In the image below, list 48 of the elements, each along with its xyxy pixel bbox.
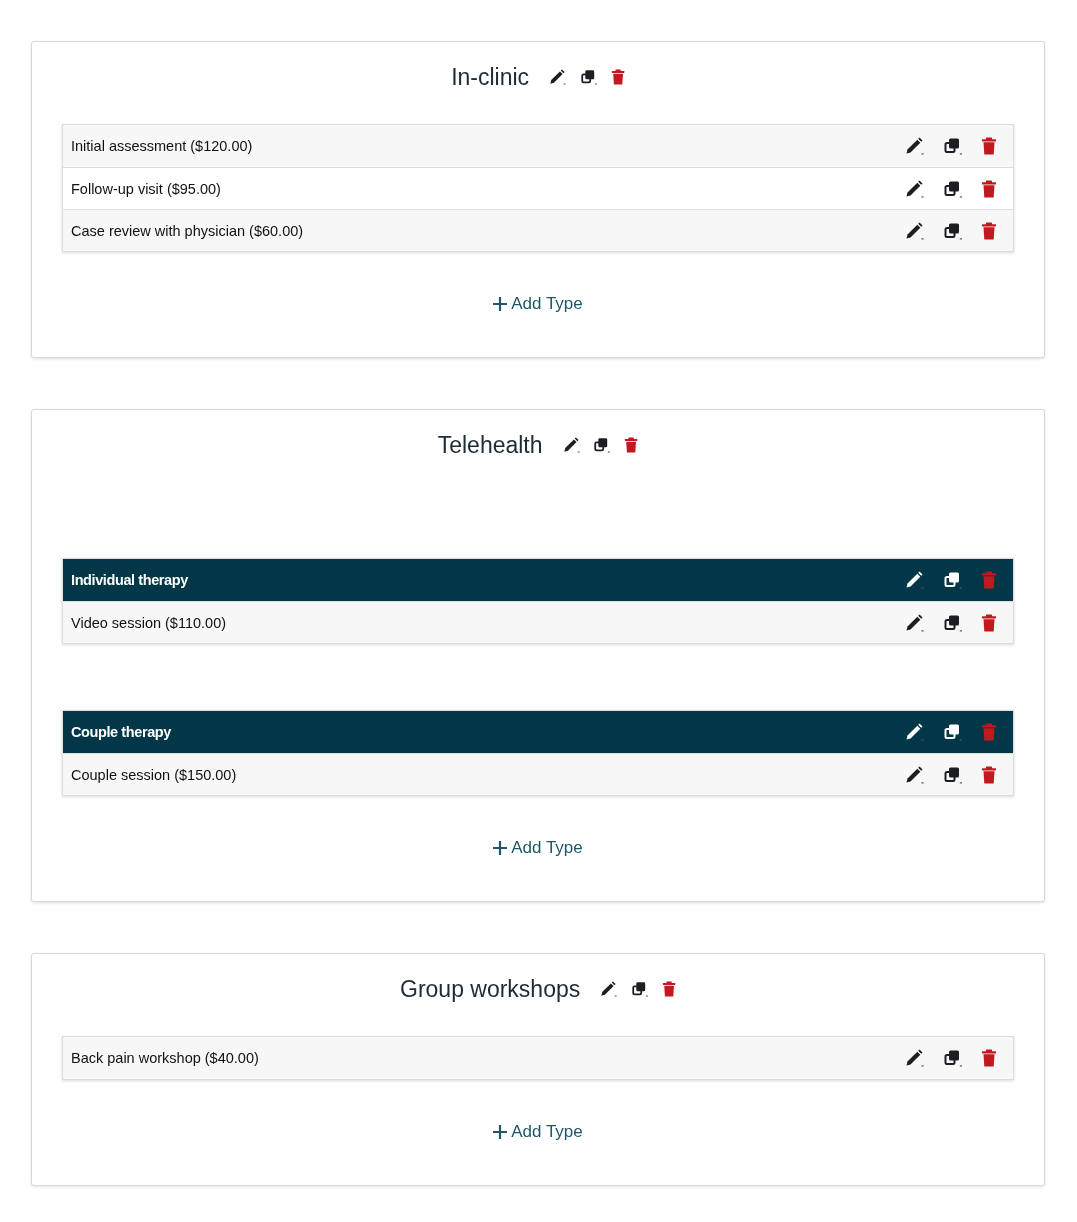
pencil-icon[interactable] <box>549 69 567 85</box>
pencil-icon[interactable] <box>905 179 925 198</box>
plus-icon <box>493 297 508 311</box>
copy-icon[interactable] <box>943 137 963 155</box>
category-title: Group workshops <box>400 975 581 1004</box>
plus-icon <box>493 841 508 855</box>
add-type-link[interactable]: Add Type <box>493 1122 583 1142</box>
trash-icon[interactable] <box>661 981 676 997</box>
trash-icon[interactable] <box>981 179 997 198</box>
category-title: Telehealth <box>437 431 543 460</box>
trash-icon[interactable] <box>610 69 625 85</box>
pencil-icon[interactable] <box>600 981 618 997</box>
pencil-icon[interactable] <box>905 221 925 240</box>
category-title: In-clinic <box>451 63 530 92</box>
trash-icon[interactable] <box>624 437 639 453</box>
trash-icon[interactable] <box>981 221 997 240</box>
copy-icon[interactable] <box>593 437 612 453</box>
group-title: Couple therapy <box>71 724 171 740</box>
pencil-icon[interactable] <box>905 137 925 155</box>
copy-icon[interactable] <box>943 571 963 589</box>
pencil-icon[interactable] <box>905 1049 925 1067</box>
type-label: Follow-up visit ($95.00) <box>71 180 221 197</box>
add-type-link[interactable]: Add Type <box>493 838 583 858</box>
copy-icon[interactable] <box>943 179 963 198</box>
copy-icon[interactable] <box>943 221 963 240</box>
type-label: Video session ($110.00) <box>71 614 227 631</box>
pencil-icon[interactable] <box>562 437 581 453</box>
pencil-icon[interactable] <box>905 571 925 589</box>
type-label: Couple session ($150.00) <box>71 766 237 783</box>
trash-icon[interactable] <box>981 765 997 784</box>
copy-icon[interactable] <box>943 613 963 632</box>
copy-icon[interactable] <box>943 1049 963 1067</box>
pencil-icon[interactable] <box>905 723 925 741</box>
trash-icon[interactable] <box>981 1049 997 1067</box>
trash-icon[interactable] <box>981 137 997 155</box>
add-type-link[interactable]: Add Type <box>493 294 583 314</box>
copy-icon[interactable] <box>631 981 649 997</box>
pencil-icon[interactable] <box>905 613 925 632</box>
type-label: Case review with physician ($60.00) <box>71 222 304 239</box>
trash-icon[interactable] <box>981 613 997 632</box>
pencil-icon[interactable] <box>905 765 925 784</box>
copy-icon[interactable] <box>579 69 598 85</box>
copy-icon[interactable] <box>943 765 963 784</box>
plus-icon <box>493 1125 508 1139</box>
copy-icon[interactable] <box>943 723 963 741</box>
group-title: Individual therapy <box>71 572 188 588</box>
type-label: Back pain workshop ($40.00) <box>71 1050 259 1066</box>
type-label: Initial assessment ($120.00) <box>71 138 253 154</box>
